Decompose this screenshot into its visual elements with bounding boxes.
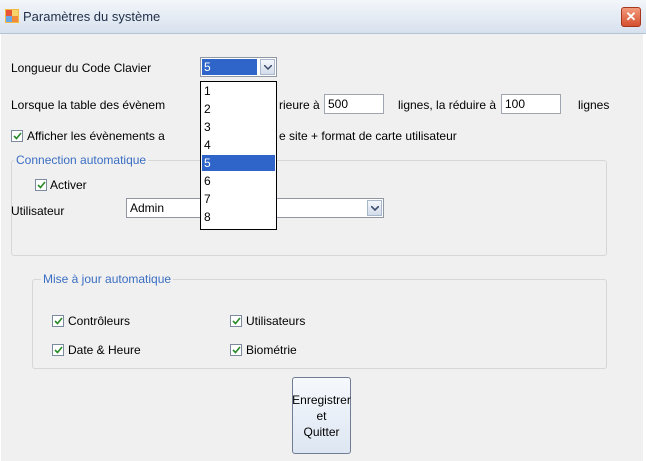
- auto-connect-enable-label: Activer: [50, 178, 87, 192]
- event-table-label-middle: rieure à: [279, 98, 320, 112]
- dropdown-option[interactable]: 1: [202, 83, 275, 99]
- show-events-label-right: e site + format de carte utilisateur: [279, 129, 457, 143]
- app-icon: [5, 9, 19, 23]
- save-quit-button[interactable]: Enregistrer et Quitter: [292, 377, 351, 454]
- keyboard-code-selected: 5: [202, 59, 257, 75]
- update-controllers-label: Contrôleurs: [68, 314, 131, 328]
- save-quit-label-line1: Enregistrer et: [292, 392, 351, 423]
- event-max-input[interactable]: 500: [324, 94, 384, 114]
- chevron-down-icon: [264, 65, 272, 70]
- dropdown-option-selected[interactable]: 5: [202, 155, 275, 171]
- chevron-down-icon: [371, 206, 379, 211]
- title-bar: Paramètres du système ✕: [0, 0, 646, 34]
- settings-window: Paramètres du système ✕ Longueur du Code…: [0, 0, 646, 461]
- checkmark-icon: [54, 346, 63, 354]
- event-reduce-input[interactable]: 100: [501, 94, 561, 114]
- close-button[interactable]: ✕: [621, 7, 641, 27]
- keyboard-code-combo[interactable]: 5: [200, 57, 277, 77]
- checkmark-icon: [232, 317, 241, 325]
- auto-connect-title: Connection automatique: [14, 153, 149, 167]
- user-label: Utilisateur: [11, 204, 65, 218]
- update-biometry-checkbox[interactable]: [230, 344, 242, 356]
- update-users-checkbox[interactable]: [230, 315, 242, 327]
- dropdown-option[interactable]: 7: [202, 191, 275, 207]
- checkmark-icon: [37, 181, 46, 189]
- user-dropdown-button[interactable]: [367, 200, 382, 216]
- checkmark-icon: [13, 132, 22, 140]
- dropdown-option[interactable]: 3: [202, 119, 275, 135]
- checkmark-icon: [54, 317, 63, 325]
- save-quit-label-line2: Quitter: [303, 424, 340, 439]
- checkmark-icon: [232, 346, 241, 354]
- event-lines-label: lignes: [578, 98, 610, 112]
- keyboard-code-dropdown-list[interactable]: 1 2 3 4 5 6 7 8: [200, 81, 277, 230]
- event-table-label-prefix: Lorsque la table des évènem: [11, 98, 166, 112]
- dialog-body: Longueur du Code Clavier 5 Lorsque la ta…: [1, 34, 643, 461]
- update-datetime-checkbox[interactable]: [52, 344, 64, 356]
- update-biometry-label: Biométrie: [246, 343, 297, 357]
- update-datetime-label: Date & Heure: [68, 343, 141, 357]
- keyboard-code-label: Longueur du Code Clavier: [11, 61, 152, 75]
- window-title: Paramètres du système: [23, 9, 161, 24]
- update-users-label: Utilisateurs: [246, 314, 306, 328]
- show-events-label-left: Afficher les évènements a: [27, 129, 165, 143]
- auto-connect-enable-checkbox[interactable]: [35, 179, 47, 191]
- dropdown-option[interactable]: 8: [202, 209, 275, 225]
- show-events-checkbox[interactable]: [11, 130, 23, 142]
- event-reduce-label: lignes, la réduire à: [398, 98, 497, 112]
- dropdown-option[interactable]: 6: [202, 173, 275, 189]
- dropdown-option[interactable]: 2: [202, 101, 275, 117]
- update-controllers-checkbox[interactable]: [52, 315, 64, 327]
- auto-update-title: Mise à jour automatique: [41, 272, 174, 286]
- dropdown-option[interactable]: 4: [202, 137, 275, 153]
- keyboard-code-dropdown-button[interactable]: [260, 59, 275, 75]
